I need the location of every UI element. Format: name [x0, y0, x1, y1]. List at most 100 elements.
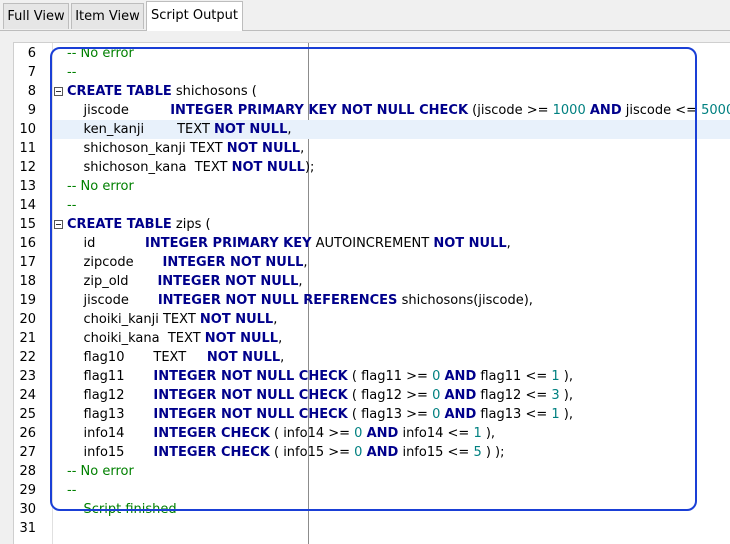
number-literal: 1 — [551, 369, 560, 384]
sql-keyword: INTEGER NOT NULL — [157, 274, 299, 289]
script-output-editor[interactable]: 6 -- No error 7 -- 8 CREATE TABLE shichosons … — [13, 42, 730, 544]
code-text: info15 — [67, 445, 154, 460]
code-text: , — [506, 236, 511, 251]
code-line[interactable]: choiki_kana TEXT NOT NULL, — [67, 329, 283, 348]
sql-keyword: NOT NULL — [204, 331, 279, 346]
code-line[interactable]: Script finished — [67, 500, 177, 519]
sql-keyword: NOT NULL — [226, 141, 301, 156]
code-text: , — [303, 255, 308, 270]
code-text: flag11 <= — [476, 369, 552, 384]
code-text: , — [300, 141, 305, 156]
code-line[interactable]: -- — [67, 63, 76, 82]
code-line[interactable]: -- No error — [67, 44, 134, 63]
code-line[interactable]: info14 INTEGER CHECK ( info14 >= 0 AND i… — [67, 424, 496, 443]
line-number: 15 — [19, 217, 36, 232]
line-number: 6 — [27, 46, 36, 61]
line-number: 30 — [19, 502, 36, 517]
code-line[interactable]: shichoson_kanji TEXT NOT NULL, — [67, 139, 305, 158]
fold-toggle-icon[interactable] — [54, 87, 63, 96]
comment-text: -- — [67, 198, 77, 213]
code-line[interactable]: -- — [67, 196, 76, 215]
comment-text: -- No error — [67, 179, 134, 194]
sql-keyword: NOT NULL — [231, 160, 305, 175]
code-text: flag13 <= — [476, 407, 552, 422]
comment-text: -- — [67, 65, 77, 80]
code-line[interactable]: flag12 INTEGER NOT NULL CHECK ( flag12 >… — [67, 386, 573, 405]
sql-keyword: INTEGER NOT NULL — [162, 255, 304, 270]
number-literal: 1 — [473, 426, 482, 441]
line-number: 7 — [27, 65, 36, 80]
code-line[interactable]: CREATE TABLE shichosons ( — [67, 82, 257, 101]
tab-script-output[interactable]: Script Output — [146, 1, 243, 31]
number-literal: 5 — [473, 445, 482, 460]
code-text: flag12 — [67, 388, 154, 403]
line-number: 23 — [19, 369, 36, 384]
number-literal: 1 — [551, 407, 560, 422]
code-text: zip_old — [67, 274, 158, 289]
code-line[interactable]: id INTEGER PRIMARY KEY AUTOINCREMENT NOT… — [67, 234, 511, 253]
sql-keyword: INTEGER PRIMARY KEY — [144, 236, 312, 251]
code-text: , — [278, 331, 283, 346]
code-line[interactable]: choiki_kanji TEXT NOT NULL, — [67, 310, 278, 329]
sql-keyword: NOT NULL — [433, 236, 507, 251]
line-number: 10 — [19, 122, 36, 137]
code-line[interactable]: flag11 INTEGER NOT NULL CHECK ( flag11 >… — [67, 367, 573, 386]
code-text: zips ( — [171, 217, 211, 232]
code-line[interactable]: flag10 TEXT NOT NULL, — [67, 348, 285, 367]
code-text: (jiscode >= — [468, 103, 553, 118]
code-text: info15 <= — [398, 445, 474, 460]
code-text: AUTOINCREMENT — [311, 236, 434, 251]
sql-keyword: INTEGER NOT NULL CHECK — [153, 369, 348, 384]
line-number: 19 — [19, 293, 36, 308]
sql-keyword: AND — [444, 388, 477, 403]
code-text: , — [273, 312, 278, 327]
line-number: 29 — [19, 483, 36, 498]
sql-keyword: AND — [589, 103, 622, 118]
code-line[interactable]: ken_kanji TEXT NOT NULL, — [67, 120, 292, 139]
code-text: , — [298, 274, 303, 289]
code-text: ); — [304, 160, 315, 175]
number-literal: 3 — [551, 388, 560, 403]
code-line[interactable]: jiscode INTEGER NOT NULL REFERENCES shic… — [67, 291, 533, 310]
code-line[interactable]: -- No error — [67, 177, 134, 196]
sql-keyword: AND — [444, 369, 477, 384]
line-number: 24 — [19, 388, 36, 403]
tab-item-view[interactable]: Item View — [71, 3, 144, 29]
code-text: flag10 TEXT — [67, 350, 207, 365]
code-text: jiscode — [67, 103, 171, 118]
line-number: 17 — [19, 255, 36, 270]
code-text: ), — [559, 369, 573, 384]
code-text: shichoson_kanji TEXT — [67, 141, 227, 156]
code-text: ( info15 >= — [269, 445, 355, 460]
tab-full-view[interactable]: Full View — [3, 3, 69, 29]
line-number: 26 — [19, 426, 36, 441]
code-line[interactable]: zip_old INTEGER NOT NULL, — [67, 272, 303, 291]
fold-toggle-icon[interactable] — [54, 220, 63, 229]
line-number: 8 — [27, 84, 36, 99]
code-text: , — [280, 350, 285, 365]
line-number: 9 — [27, 103, 36, 118]
tab-bar: Full View Item View Script Output — [0, 0, 730, 31]
code-line[interactable]: -- No error — [67, 462, 134, 481]
sql-keyword: INTEGER NOT NULL CHECK — [153, 407, 348, 422]
code-line[interactable]: flag13 INTEGER NOT NULL CHECK ( flag13 >… — [67, 405, 573, 424]
code-line[interactable]: CREATE TABLE zips ( — [67, 215, 211, 234]
comment-text: -- No error — [67, 46, 134, 61]
code-line[interactable]: -- — [67, 481, 76, 500]
code-line[interactable]: info15 INTEGER CHECK ( info15 >= 0 AND i… — [67, 443, 505, 462]
code-line[interactable]: shichoson_kana TEXT NOT NULL); — [67, 158, 315, 177]
code-text: ), — [559, 388, 573, 403]
code-text: flag11 — [67, 369, 154, 384]
code-line[interactable]: zipcode INTEGER NOT NULL, — [67, 253, 308, 272]
line-number: 18 — [19, 274, 36, 289]
line-number: 11 — [19, 141, 36, 156]
code-text: ( flag13 >= — [347, 407, 433, 422]
sql-keyword: AND — [444, 407, 477, 422]
code-text: flag13 — [67, 407, 154, 422]
comment-text: Script finished — [67, 502, 177, 517]
code-text: choiki_kana TEXT — [67, 331, 205, 346]
sql-keyword: AND — [366, 426, 399, 441]
sql-keyword: INTEGER CHECK — [153, 426, 270, 441]
code-text: info14 <= — [398, 426, 474, 441]
code-line[interactable]: jiscode INTEGER PRIMARY KEY NOT NULL CHE… — [67, 101, 730, 120]
